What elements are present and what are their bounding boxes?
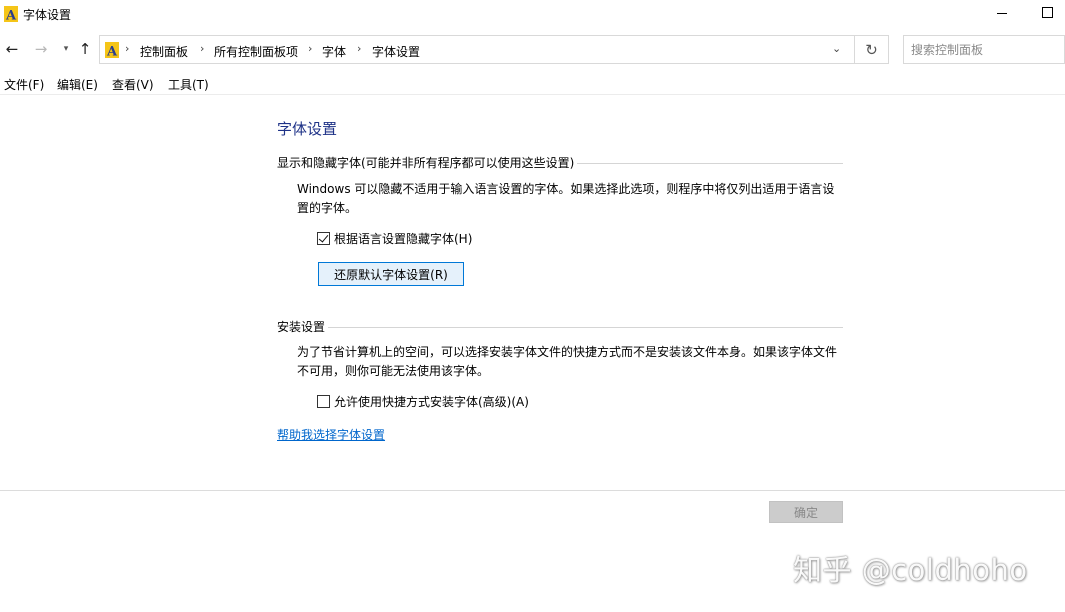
divider xyxy=(577,162,843,164)
font-icon: A xyxy=(105,42,119,58)
chevron-right-icon[interactable]: › xyxy=(357,42,361,55)
minimize-button[interactable] xyxy=(995,4,1009,22)
section-label: 安装设置 xyxy=(277,317,329,335)
forward-button[interactable]: → xyxy=(33,40,49,58)
hide-fonts-checkbox[interactable] xyxy=(317,231,330,245)
section-label: 显示和隐藏字体(可能并非所有程序都可以使用这些设置) xyxy=(277,153,578,171)
address-bar[interactable]: A › 控制面板 › 所有控制面板项 › 字体 › 字体设置 ⌄ xyxy=(99,35,855,64)
chevron-right-icon[interactable]: › xyxy=(308,42,312,55)
menu-edit[interactable]: 编辑(E) xyxy=(57,76,98,93)
chevron-down-icon: ▾ xyxy=(63,44,69,54)
install-description: 为了节省计算机上的空间，可以选择安装字体文件的快捷方式而不是安装该文件本身。如果… xyxy=(297,345,838,378)
menu-bar: 文件(F) 编辑(E) 查看(V) 工具(T) xyxy=(0,73,1065,95)
back-button[interactable]: ← xyxy=(4,40,20,58)
divider xyxy=(328,326,843,328)
chevron-right-icon[interactable]: › xyxy=(200,42,204,55)
chevron-right-icon[interactable]: › xyxy=(125,42,129,55)
restore-defaults-button[interactable]: 还原默认字体设置(R) xyxy=(318,262,464,286)
shortcut-install-label[interactable]: 允许使用快捷方式安装字体(高级)(A) xyxy=(334,393,529,410)
up-button[interactable]: ↑ xyxy=(77,40,93,58)
menu-view[interactable]: 查看(V) xyxy=(112,76,154,93)
breadcrumb-font-settings[interactable]: 字体设置 xyxy=(372,43,420,60)
refresh-button[interactable]: ↻ xyxy=(855,35,889,64)
svg-text:A: A xyxy=(5,9,17,23)
arrow-right-icon: → xyxy=(34,40,48,58)
hide-fonts-label[interactable]: 根据语言设置隐藏字体(H) xyxy=(334,230,472,247)
hide-fonts-checkbox-row[interactable]: 根据语言设置隐藏字体(H) xyxy=(317,230,472,246)
font-icon: A xyxy=(4,6,18,22)
breadcrumb-all-items[interactable]: 所有控制面板项 xyxy=(214,43,298,60)
show-hide-description: Windows 可以隐藏不适用于输入语言设置的字体。如果选择此选项，则程序中将仅… xyxy=(297,182,835,215)
page-title: 字体设置 xyxy=(277,120,338,138)
maximize-button[interactable] xyxy=(1042,7,1053,18)
footer-divider xyxy=(0,490,1065,491)
section-show-hide-header: 显示和隐藏字体(可能并非所有程序都可以使用这些设置) xyxy=(277,153,843,171)
recent-locations-button[interactable]: ▾ xyxy=(58,40,74,58)
title-bar: A 字体设置 xyxy=(0,0,1065,28)
search-box[interactable] xyxy=(903,35,1065,64)
menu-file[interactable]: 文件(F) xyxy=(4,76,44,93)
help-link[interactable]: 帮助我选择字体设置 xyxy=(277,426,385,443)
search-input[interactable] xyxy=(911,42,1061,58)
arrow-left-icon: ← xyxy=(5,40,19,58)
breadcrumb-fonts[interactable]: 字体 xyxy=(322,43,346,60)
ok-button[interactable]: 确定 xyxy=(769,501,843,523)
section-install-header: 安装设置 xyxy=(277,317,843,335)
chevron-down-icon[interactable]: ⌄ xyxy=(832,42,841,55)
arrow-up-icon: ↑ xyxy=(78,40,92,58)
svg-text:A: A xyxy=(106,45,118,59)
shortcut-install-checkbox[interactable] xyxy=(317,394,330,408)
menu-tools[interactable]: 工具(T) xyxy=(168,76,209,93)
window-title: 字体设置 xyxy=(23,8,72,22)
refresh-icon: ↻ xyxy=(865,40,878,59)
breadcrumb-control-panel[interactable]: 控制面板 xyxy=(140,43,188,60)
watermark: 知乎 @coldhoho xyxy=(793,553,1028,587)
shortcut-install-checkbox-row[interactable]: 允许使用快捷方式安装字体(高级)(A) xyxy=(317,393,529,409)
